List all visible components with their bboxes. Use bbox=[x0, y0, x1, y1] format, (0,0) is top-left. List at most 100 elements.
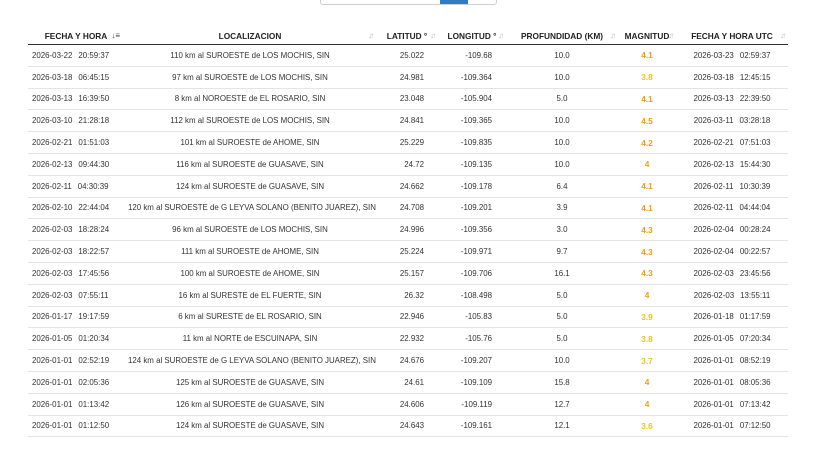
utc-date-cell-utc_time: 07:20:34 bbox=[739, 334, 771, 344]
date-cell-date: 2026-02-13 bbox=[32, 159, 73, 169]
magnitude-cell: 4.1 bbox=[618, 196, 676, 219]
sort-desc-icon[interactable]: ↓≡ bbox=[111, 31, 120, 40]
search-input[interactable] bbox=[320, 0, 497, 5]
location-cell: 120 km al SUROESTE de G LEYVA SOLANO (BE… bbox=[124, 196, 376, 219]
column-header-profundidad[interactable]: PROFUNDIDAD (KM) ↓↑ bbox=[506, 27, 618, 45]
utc-date-cell: 2026-02-11 10:30:39 bbox=[676, 174, 788, 198]
date-cell: 2026-02-11 04:30:39 bbox=[28, 174, 124, 198]
latitude-cell-lat: 26.32 bbox=[404, 290, 424, 300]
utc-date-cell-utc_time: 01:17:59 bbox=[739, 312, 771, 322]
longitude-cell-lon: -105.904 bbox=[460, 94, 492, 104]
utc-date-cell-utc_date: 2026-02-13 bbox=[693, 159, 734, 169]
column-header-localizacion[interactable]: LOCALIZACION ↓↑ bbox=[124, 27, 376, 45]
depth-cell-depth: 10.0 bbox=[554, 116, 570, 126]
longitude-cell: -109.201 bbox=[438, 196, 506, 219]
location-cell: 116 km al SUROESTE de GUASAVE, SIN bbox=[124, 152, 376, 176]
sort-icon[interactable]: ↓↑ bbox=[430, 31, 436, 40]
latitude-cell: 23.048 bbox=[376, 87, 438, 110]
longitude-cell: -109.207 bbox=[438, 349, 506, 372]
date-cell: 2026-02-13 09:44:30 bbox=[28, 152, 124, 176]
utc-date-cell-utc_time: 07:13:42 bbox=[739, 399, 771, 409]
column-header-magnitud[interactable]: MAGNITUD ↓↑ bbox=[618, 27, 676, 45]
location-cell-loc: 101 km al SUROESTE de AHOME, SIN bbox=[180, 138, 320, 148]
location-cell: 11 km al NORTE de ESCUINAPA, SIN bbox=[124, 327, 376, 350]
depth-cell: 3.9 bbox=[506, 196, 618, 219]
utc-date-cell-utc_time: 04:44:04 bbox=[739, 203, 771, 213]
utc-date-cell-utc_date: 2026-03-23 bbox=[693, 50, 734, 60]
table-row: 2026-03-10 21:28:18 112 km al SUROESTE de … bbox=[28, 109, 788, 132]
date-cell-date: 2026-02-21 bbox=[32, 138, 73, 148]
longitude-cell-lon: -109.365 bbox=[460, 116, 492, 126]
sort-icon[interactable]: ↓↑ bbox=[610, 31, 616, 40]
location-cell: 16 km al SURESTE de EL FUERTE, SIN bbox=[124, 283, 376, 307]
magnitude-cell: 4.5 bbox=[618, 109, 676, 132]
depth-cell-depth: 10.0 bbox=[554, 138, 570, 148]
latitude-cell: 24.981 bbox=[376, 65, 438, 89]
utc-date-cell-utc_time: 08:05:36 bbox=[739, 377, 771, 387]
latitude-cell-lat: 24.841 bbox=[399, 116, 424, 126]
date-cell: 2026-02-03 18:22:57 bbox=[28, 240, 124, 263]
table-row: 2026-01-01 01:12:50 124 km al SUROESTE de … bbox=[28, 414, 788, 438]
depth-cell: 10.0 bbox=[506, 131, 618, 154]
utc-date-cell-utc_time: 15:44:30 bbox=[739, 159, 771, 169]
location-cell: 112 km al SUROESTE de LOS MOCHIS, SIN bbox=[124, 109, 376, 132]
search-button[interactable] bbox=[440, 0, 468, 4]
depth-cell: 5.0 bbox=[506, 283, 618, 307]
utc-date-cell-utc_date: 2026-02-11 bbox=[693, 181, 734, 191]
location-cell-loc: 16 km al SURESTE de EL FUERTE, SIN bbox=[178, 290, 322, 300]
column-header-latitud[interactable]: LATITUD ° ↓↑ bbox=[376, 27, 438, 45]
date-cell: 2026-02-03 17:45:56 bbox=[28, 261, 124, 285]
date-cell-time: 06:45:15 bbox=[78, 72, 110, 82]
magnitude-cell: 3.8 bbox=[618, 65, 676, 89]
location-cell-loc: 126 km al SUROESTE de GUASAVE, SIN bbox=[175, 399, 325, 409]
sort-icon[interactable]: ↓↑ bbox=[780, 31, 786, 40]
date-cell-date: 2026-01-17 bbox=[32, 312, 73, 322]
utc-date-cell: 2026-02-03 13:55:11 bbox=[676, 283, 788, 307]
utc-date-cell-utc_time: 00:28:24 bbox=[739, 225, 771, 235]
date-cell-date: 2026-02-03 bbox=[32, 225, 73, 235]
location-cell-loc: 11 km al NORTE de ESCUINAPA, SIN bbox=[182, 334, 318, 344]
utc-date-cell-utc_date: 2026-01-01 bbox=[693, 377, 734, 387]
utc-date-cell-utc_date: 2026-01-18 bbox=[693, 312, 734, 322]
sort-icon[interactable]: ↓↑ bbox=[368, 31, 374, 40]
location-cell: 124 km al SUROESTE de GUASAVE, SIN bbox=[124, 414, 376, 438]
date-cell: 2026-01-01 02:52:19 bbox=[28, 349, 124, 372]
utc-date-cell: 2026-03-13 22:39:50 bbox=[676, 87, 788, 110]
latitude-cell-lat: 23.048 bbox=[399, 94, 424, 104]
utc-date-cell-utc_time: 03:28:18 bbox=[739, 116, 771, 126]
magnitude-cell-mag: 4 bbox=[644, 290, 650, 301]
latitude-cell: 22.932 bbox=[376, 327, 438, 350]
location-cell-loc: 112 km al SUROESTE de LOS MOCHIS, SIN bbox=[170, 116, 330, 126]
location-cell-loc: 111 km al SUROESTE de AHOME, SIN bbox=[181, 247, 319, 257]
column-header-fecha[interactable]: FECHA Y HORA ↓≡ bbox=[28, 27, 124, 45]
latitude-cell-lat: 22.946 bbox=[399, 312, 424, 322]
sort-icon[interactable]: ↓↑ bbox=[668, 31, 674, 40]
latitude-cell-lat: 24.662 bbox=[399, 181, 424, 191]
location-cell: 125 km al SUROESTE de GUASAVE, SIN bbox=[124, 370, 376, 394]
magnitude-cell: 4 bbox=[618, 283, 676, 307]
depth-cell: 12.1 bbox=[506, 414, 618, 438]
date-cell: 2026-02-10 22:44:04 bbox=[28, 196, 124, 219]
table-body: 2026-03-22 20:59:37 110 km al SUROESTE de … bbox=[28, 45, 788, 438]
column-header-longitud[interactable]: LONGITUD ° ↓↑ bbox=[438, 27, 506, 45]
utc-date-cell: 2026-01-01 07:12:50 bbox=[676, 414, 788, 438]
utc-date-cell: 2026-03-11 03:28:18 bbox=[676, 109, 788, 132]
date-cell-time: 01:51:03 bbox=[78, 138, 110, 148]
depth-cell: 10.0 bbox=[506, 349, 618, 372]
utc-date-cell-utc_date: 2026-02-03 bbox=[693, 268, 734, 278]
date-cell-date: 2026-03-18 bbox=[32, 72, 73, 82]
column-header-fecha-utc[interactable]: FECHA Y HORA UTC ↓↑ bbox=[676, 27, 788, 45]
utc-date-cell: 2026-03-23 02:59:37 bbox=[676, 45, 788, 67]
longitude-cell: -109.178 bbox=[438, 174, 506, 198]
longitude-cell: -109.135 bbox=[438, 152, 506, 176]
latitude-cell-lat: 24.606 bbox=[399, 399, 424, 409]
depth-cell: 5.0 bbox=[506, 327, 618, 350]
date-cell-date: 2026-02-03 bbox=[32, 290, 73, 300]
date-cell: 2026-02-21 01:51:03 bbox=[28, 131, 124, 154]
sort-icon[interactable]: ↓↑ bbox=[498, 31, 504, 40]
magnitude-cell-mag: 3.8 bbox=[641, 333, 653, 344]
magnitude-cell-mag: 4.3 bbox=[641, 224, 653, 235]
table-row: 2026-02-11 04:30:39 124 km al SUROESTE de … bbox=[28, 174, 788, 198]
date-cell-time: 02:05:36 bbox=[78, 377, 110, 387]
latitude-cell-lat: 24.676 bbox=[399, 356, 424, 366]
